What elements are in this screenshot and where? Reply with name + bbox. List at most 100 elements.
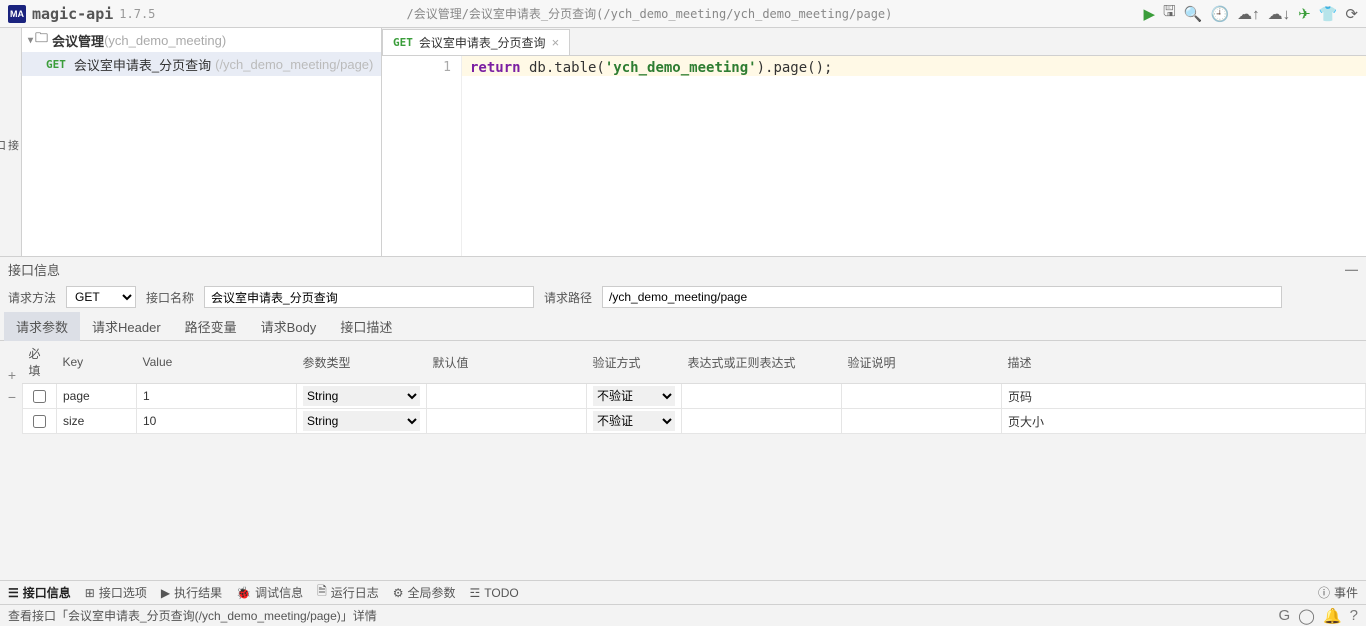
editor-tab[interactable]: GET 会议室申请表_分页查询 × bbox=[382, 29, 570, 55]
cell-required[interactable] bbox=[23, 384, 57, 409]
gutter-char-1: 接 bbox=[8, 135, 21, 155]
panel-header: 接口信息 — bbox=[0, 257, 1366, 281]
breadcrumb: /会议管理/会议室申请表_分页查询(/ych_demo_meeting/ych_… bbox=[155, 5, 1143, 22]
subtab-desc[interactable]: 接口描述 bbox=[328, 312, 404, 341]
api-name: 会议室申请表_分页查询 bbox=[74, 55, 211, 74]
cell-validate[interactable]: 不验证 bbox=[587, 384, 682, 409]
bottom-panel: 接口信息 — 请求方法 GET 接口名称 请求路径 请求参数 请求Header … bbox=[0, 256, 1366, 580]
col-desc: 描述 bbox=[1002, 341, 1366, 384]
col-required: 必填 bbox=[23, 341, 57, 384]
github-icon[interactable]: ◯ bbox=[1298, 607, 1315, 625]
cell-key[interactable]: page bbox=[57, 384, 137, 409]
status-message: 查看接口「会议室申请表_分页查询(/ych_demo_meeting/page)… bbox=[8, 607, 377, 624]
sidebar: ▾ 🗀 会议管理 (ych_demo_meeting) GET 会议室申请表_分… bbox=[22, 28, 382, 256]
refresh-icon[interactable]: ⟳ bbox=[1345, 5, 1358, 23]
app-header: MA magic-api 1.7.5 /会议管理/会议室申请表_分页查询(/yc… bbox=[0, 0, 1366, 28]
theme-icon[interactable]: 👕 bbox=[1319, 5, 1338, 23]
chevron-down-icon: ▾ bbox=[28, 35, 33, 46]
subtab-params[interactable]: 请求参数 bbox=[4, 312, 80, 341]
panel-title: 接口信息 bbox=[8, 260, 60, 279]
stab-result[interactable]: ▶ 执行结果 bbox=[161, 584, 222, 601]
col-type: 参数类型 bbox=[297, 341, 427, 384]
api-path: (/ych_demo_meeting/page) bbox=[215, 57, 373, 72]
cell-desc[interactable]: 页大小 bbox=[1002, 409, 1366, 434]
search-icon[interactable]: 🔍 bbox=[1184, 5, 1203, 23]
cell-expr[interactable] bbox=[682, 409, 842, 434]
stab-log[interactable]: 🗎 运行日志 bbox=[317, 582, 379, 603]
send-icon[interactable]: ✈ bbox=[1298, 5, 1311, 23]
remove-row-icon[interactable]: − bbox=[4, 389, 20, 405]
minimize-icon[interactable]: — bbox=[1345, 262, 1358, 277]
group-name: 会议管理 bbox=[52, 31, 104, 50]
api-form: 请求方法 GET 接口名称 请求路径 bbox=[0, 281, 1366, 313]
folder-icon: 🗀 bbox=[35, 29, 48, 51]
cell-msg[interactable] bbox=[842, 384, 1002, 409]
cell-desc[interactable]: 页码 bbox=[1002, 384, 1366, 409]
status-bar: 查看接口「会议室申请表_分页查询(/ych_demo_meeting/page)… bbox=[0, 604, 1366, 626]
table-row: size10String 不验证 页大小 bbox=[23, 409, 1366, 434]
col-msg: 验证说明 bbox=[842, 341, 1002, 384]
code-area[interactable]: return db.table('ych_demo_meeting').page… bbox=[462, 56, 1366, 256]
stab-debug[interactable]: 🐞 调试信息 bbox=[236, 584, 303, 601]
cell-default[interactable] bbox=[427, 384, 587, 409]
col-key: Key bbox=[57, 341, 137, 384]
tree-api-item[interactable]: GET 会议室申请表_分页查询 (/ych_demo_meeting/page) bbox=[22, 52, 381, 76]
app-version: 1.7.5 bbox=[119, 7, 155, 21]
app-logo: MA bbox=[8, 5, 26, 23]
sub-tabs: 请求参数 请求Header 路径变量 请求Body 接口描述 bbox=[0, 313, 1366, 341]
cell-expr[interactable] bbox=[682, 384, 842, 409]
gitee-icon[interactable]: G bbox=[1279, 607, 1291, 624]
stab-info[interactable]: ☰ 接口信息 bbox=[8, 584, 71, 601]
add-row-icon[interactable]: + bbox=[4, 367, 20, 383]
download-icon[interactable]: ☁︎↓ bbox=[1268, 5, 1291, 23]
history-icon[interactable]: 🕘 bbox=[1210, 5, 1229, 23]
main-area: 接 口 📁 ▾ 🗀 会议管理 (ych_demo_meeting) GET 会议… bbox=[0, 28, 1366, 256]
cell-default[interactable] bbox=[427, 409, 587, 434]
stab-todo[interactable]: ☲ TODO bbox=[470, 586, 519, 600]
subtab-header[interactable]: 请求Header bbox=[80, 312, 173, 341]
run-icon[interactable]: ▶ bbox=[1143, 5, 1155, 23]
tab-title: 会议室申请表_分页查询 bbox=[419, 34, 546, 51]
table-header-row: 必填 Key Value 参数类型 默认值 验证方式 表达式或正则表达式 验证说… bbox=[23, 341, 1366, 384]
cell-value[interactable]: 10 bbox=[137, 409, 297, 434]
help-icon[interactable]: ? bbox=[1350, 607, 1358, 624]
col-default: 默认值 bbox=[427, 341, 587, 384]
table-row: page1String 不验证 页码 bbox=[23, 384, 1366, 409]
cell-key[interactable]: size bbox=[57, 409, 137, 434]
stab-global[interactable]: ⚙ 全局参数 bbox=[393, 584, 456, 601]
left-gutter[interactable]: 接 口 📁 bbox=[0, 28, 22, 256]
subtab-pathvar[interactable]: 路径变量 bbox=[173, 312, 249, 341]
code-line-1: return db.table('ych_demo_meeting').page… bbox=[470, 60, 1358, 80]
cell-type[interactable]: String bbox=[297, 409, 427, 434]
cell-validate[interactable]: 不验证 bbox=[587, 409, 682, 434]
upload-icon[interactable]: ☁︎↑ bbox=[1237, 5, 1260, 23]
editor-tabs: GET 会议室申请表_分页查询 × bbox=[382, 28, 1366, 56]
editor-area: GET 会议室申请表_分页查询 × 1 return db.table('ych… bbox=[382, 28, 1366, 256]
stab-event[interactable]: ⓘ 事件 bbox=[1318, 584, 1358, 601]
http-method-badge: GET bbox=[393, 36, 413, 49]
close-icon[interactable]: × bbox=[552, 35, 560, 50]
toolbar: ▶ 🖫 🔍 🕘 ☁︎↑ ☁︎↓ ✈ 👕 ⟳ bbox=[1143, 1, 1358, 26]
api-name-input[interactable] bbox=[204, 286, 534, 308]
line-gutter: 1 bbox=[382, 56, 462, 256]
cell-value[interactable]: 1 bbox=[137, 384, 297, 409]
cell-type[interactable]: String bbox=[297, 384, 427, 409]
params-table: 必填 Key Value 参数类型 默认值 验证方式 表达式或正则表达式 验证说… bbox=[0, 341, 1366, 580]
req-path-label: 请求路径 bbox=[544, 289, 592, 306]
api-name-label: 接口名称 bbox=[146, 289, 194, 306]
status-tabs: ☰ 接口信息 ⊞ 接口选项 ▶ 执行结果 🐞 调试信息 🗎 运行日志 ⚙ 全局参… bbox=[0, 580, 1366, 604]
save-icon[interactable]: 🖫 bbox=[1163, 1, 1176, 26]
req-path-input[interactable] bbox=[602, 286, 1282, 308]
cell-msg[interactable] bbox=[842, 409, 1002, 434]
notify-icon[interactable]: 🔔 bbox=[1323, 607, 1342, 625]
http-method-badge: GET bbox=[46, 58, 66, 71]
group-path: (ych_demo_meeting) bbox=[104, 33, 226, 48]
cell-required[interactable] bbox=[23, 409, 57, 434]
stab-options[interactable]: ⊞ 接口选项 bbox=[85, 584, 147, 601]
code-editor[interactable]: 1 return db.table('ych_demo_meeting').pa… bbox=[382, 56, 1366, 256]
col-validate: 验证方式 bbox=[587, 341, 682, 384]
req-method-select[interactable]: GET bbox=[66, 286, 136, 308]
subtab-body[interactable]: 请求Body bbox=[249, 312, 329, 341]
params-area: + − 必填 Key Value 参数类型 默认值 验证方式 表达式或正则表达式… bbox=[0, 341, 1366, 580]
tree-group[interactable]: ▾ 🗀 会议管理 (ych_demo_meeting) bbox=[22, 28, 381, 52]
